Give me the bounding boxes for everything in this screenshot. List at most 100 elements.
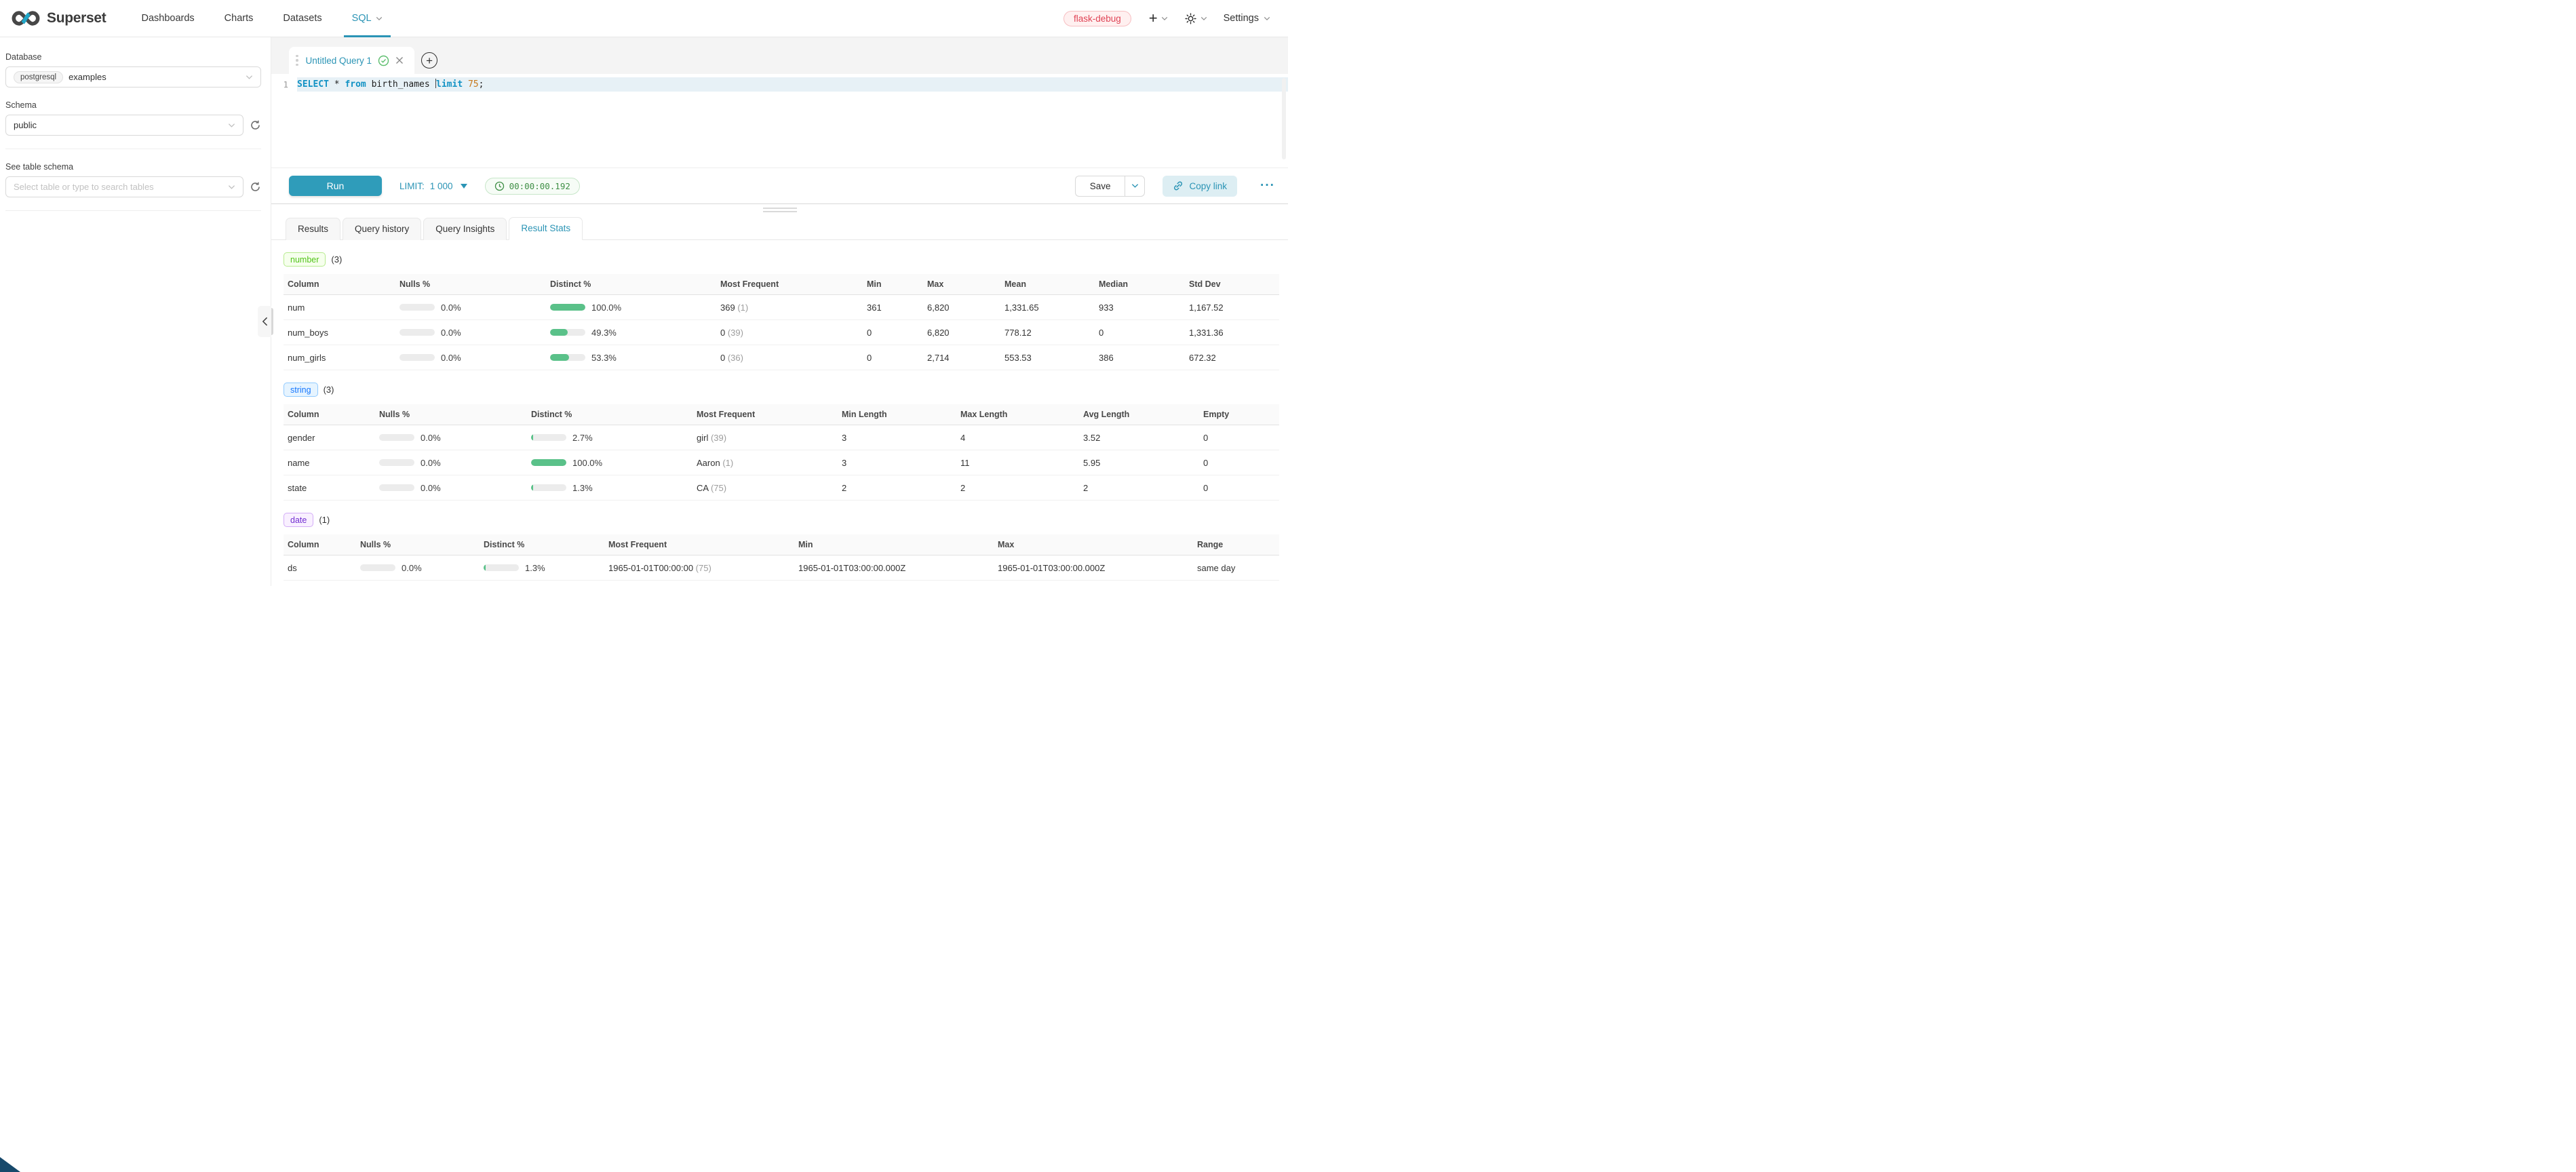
resize-handle[interactable] (763, 208, 797, 212)
chevron-left-icon (262, 317, 268, 326)
query-tab[interactable]: Untitled Query 1 (289, 47, 414, 74)
code-token (463, 79, 468, 90)
close-tab-icon[interactable] (395, 56, 404, 64)
stat-value: 2 (1079, 475, 1199, 501)
column-header: Column (284, 534, 356, 555)
results-tab-result-stats[interactable]: Result Stats (509, 217, 583, 240)
stats-table-number: ColumnNulls %Distinct %Most FrequentMinM… (284, 274, 1279, 370)
save-button[interactable]: Save (1075, 176, 1125, 197)
table-select[interactable]: Select table or type to search tables (5, 176, 243, 197)
database-select[interactable]: postgresql examples (5, 66, 261, 87)
navbar: Superset Dashboards Charts Datasets SQL … (0, 0, 1288, 37)
chevron-down-icon (1131, 183, 1139, 189)
results-tab-query-history[interactable]: Query history (343, 218, 421, 240)
stat-value: 0 (1095, 320, 1185, 345)
distinct-bar: 53.3% (550, 353, 711, 363)
chevron-down-icon (1161, 16, 1168, 21)
column-header: Nulls % (375, 404, 527, 425)
nulls-bar: 0.0% (360, 563, 474, 573)
column-header: Min Length (838, 404, 956, 425)
type-badge: string (284, 383, 318, 397)
add-tab-button[interactable]: + (421, 52, 437, 69)
schema-value: public (14, 120, 37, 130)
nav-item-dashboards[interactable]: Dashboards (126, 0, 209, 37)
stats-sections: number (3) ColumnNulls %Distinct %Most F… (271, 240, 1288, 586)
distinct-bar: 100.0% (550, 302, 711, 313)
nav-item-sql[interactable]: SQL (337, 0, 397, 37)
distinct-bar: 2.7% (531, 433, 687, 443)
column-header: Distinct % (480, 534, 604, 555)
plus-icon: + (426, 55, 433, 66)
stats-section: number (3) ColumnNulls %Distinct %Most F… (284, 252, 1279, 370)
column-header: Empty (1199, 404, 1279, 425)
sql-lab-sidebar: Database postgresql examples Schema publ… (0, 37, 271, 586)
column-header: Most Frequent (716, 274, 863, 295)
distinct-bar: 1.3% (531, 483, 687, 493)
column-header: Distinct % (527, 404, 692, 425)
stat-value: 2 (838, 475, 956, 501)
nav-item-datasets[interactable]: Datasets (268, 0, 336, 37)
run-button[interactable]: Run (289, 176, 382, 196)
stats-section: string (3) ColumnNulls %Distinct %Most F… (284, 383, 1279, 501)
chevron-down-icon (228, 184, 235, 190)
nav-item-charts[interactable]: Charts (210, 0, 269, 37)
settings-menu[interactable]: Settings (1224, 13, 1270, 24)
most-frequent-cell: girl (39) (692, 425, 838, 450)
theme-sun-icon (1184, 12, 1197, 25)
table-row: ds0.0%1.3%1965-01-01T00:00:00 (75)1965-0… (284, 555, 1279, 581)
stat-value: 5.95 (1079, 450, 1199, 475)
column-header: Column (284, 404, 375, 425)
column-header: Nulls % (356, 534, 480, 555)
stat-value: 672.32 (1185, 345, 1279, 370)
chevron-down-icon (1264, 16, 1270, 21)
database-name: examples (69, 72, 106, 82)
stat-value: 3 (838, 425, 956, 450)
stat-value: 0 (1199, 475, 1279, 501)
column-header: Max (923, 274, 1000, 295)
query-timer: 00:00:00.192 (485, 178, 580, 195)
table-row: num_girls0.0%53.3%0 (36)02,714553.533866… (284, 345, 1279, 370)
stat-value: 0 (1199, 425, 1279, 450)
refresh-schemas-icon[interactable] (250, 119, 261, 131)
stat-value: 0 (863, 320, 923, 345)
stat-value: 386 (1095, 345, 1185, 370)
column-count: (1) (319, 515, 330, 525)
stat-value: 4 (956, 425, 1079, 450)
limit-dropdown[interactable]: LIMIT: 1 000 (399, 181, 467, 191)
new-item-menu[interactable]: + (1149, 11, 1168, 26)
stat-value: 1965-01-01T03:00:00.000Z (994, 555, 1193, 581)
editor-toolbar: Run LIMIT: 1 000 00:00:00.192 Save (271, 168, 1288, 204)
column-name: gender (284, 425, 375, 450)
column-name: name (284, 450, 375, 475)
type-badge: number (284, 252, 326, 267)
table-row: gender0.0%2.7%girl (39)343.520 (284, 425, 1279, 450)
collapse-sidebar-button[interactable] (258, 306, 271, 337)
most-frequent-cell: Aaron (1) (692, 450, 838, 475)
sql-editor[interactable]: 1 SELECT * from birth_names limit 75; (271, 74, 1288, 168)
column-count: (3) (331, 254, 342, 265)
code-token: 75 (468, 79, 479, 90)
column-header: Nulls % (395, 274, 546, 295)
results-tab-results[interactable]: Results (286, 218, 340, 240)
results-tab-query-insights[interactable]: Query Insights (423, 218, 507, 240)
copy-link-button[interactable]: Copy link (1163, 176, 1237, 197)
refresh-tables-icon[interactable] (250, 181, 261, 193)
theme-menu[interactable] (1184, 12, 1207, 25)
column-header: Median (1095, 274, 1185, 295)
stat-value: 553.53 (1000, 345, 1095, 370)
superset-logo[interactable]: Superset (11, 9, 106, 28)
schema-select[interactable]: public (5, 115, 243, 136)
nulls-bar: 0.0% (379, 433, 522, 443)
stat-value: 933 (1095, 295, 1185, 320)
code-line-content: SELECT * from birth_names limit 75; (297, 77, 1288, 92)
database-engine-tag: postgresql (14, 71, 63, 83)
save-options-button[interactable] (1125, 176, 1145, 197)
table-schema-label: See table schema (5, 162, 261, 172)
clock-icon (494, 181, 505, 191)
column-name: ds (284, 555, 356, 581)
code-token: from (345, 79, 366, 90)
more-actions-button[interactable]: ··· (1257, 178, 1278, 193)
limit-value: 1 000 (430, 181, 453, 191)
most-frequent-cell: CA (75) (692, 475, 838, 501)
results-tab-bar: ResultsQuery historyQuery InsightsResult… (271, 215, 1288, 240)
